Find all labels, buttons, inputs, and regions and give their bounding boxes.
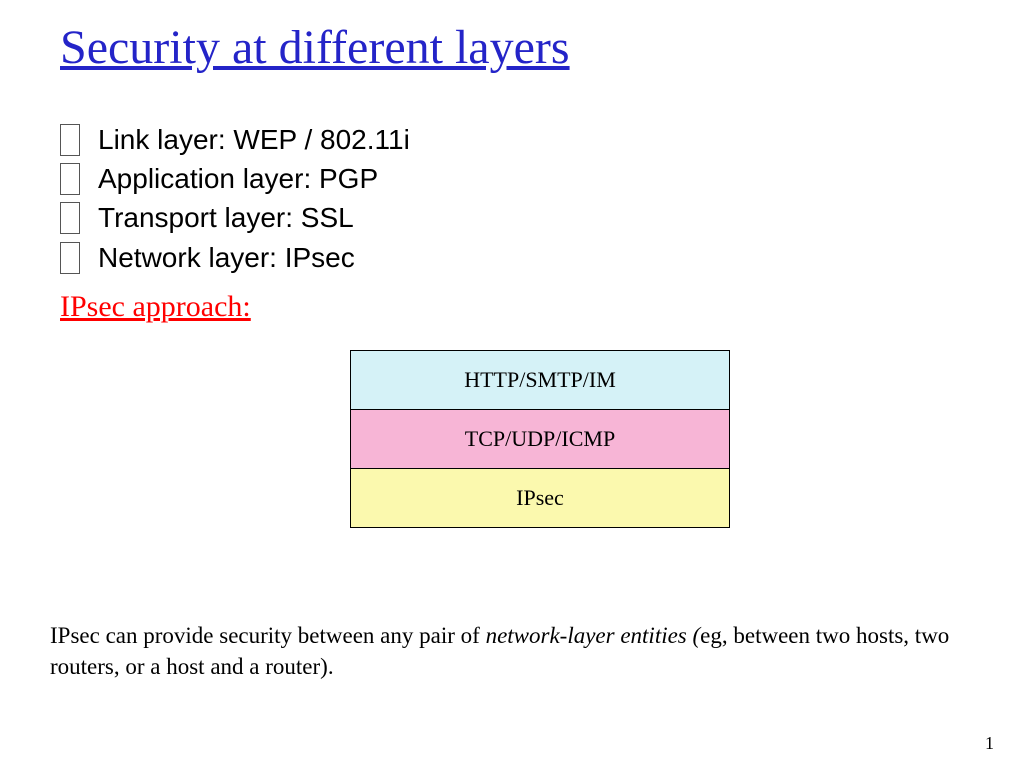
bullet-list: Link layer: WEP / 802.11i Application la…: [60, 120, 410, 277]
protocol-stack-diagram: HTTP/SMTP/IM TCP/UDP/ICMP IPsec: [350, 350, 730, 528]
bullet-glyph-icon: [60, 124, 80, 156]
bullet-glyph-icon: [60, 202, 80, 234]
footnote-text: IPsec can provide security between any p…: [50, 620, 974, 682]
bullet-item: Application layer: PGP: [60, 159, 410, 198]
stack-layer-network: IPsec: [351, 469, 729, 527]
bullet-item: Link layer: WEP / 802.11i: [60, 120, 410, 159]
bullet-item: Network layer: IPsec: [60, 238, 410, 277]
footnote-emphasis: network-layer entities (: [486, 623, 701, 648]
stack-layer-application: HTTP/SMTP/IM: [351, 351, 729, 410]
bullet-text: Link layer: WEP / 802.11i: [98, 120, 410, 159]
footnote-part: IPsec can provide security between any p…: [50, 623, 486, 648]
bullet-item: Transport layer: SSL: [60, 198, 410, 237]
ipsec-approach-heading: IPsec approach:: [60, 290, 251, 324]
slide: Security at different layers Link layer:…: [0, 0, 1024, 768]
bullet-glyph-icon: [60, 163, 80, 195]
bullet-text: Transport layer: SSL: [98, 198, 354, 237]
stack-layer-transport: TCP/UDP/ICMP: [351, 410, 729, 469]
page-number: 1: [985, 733, 994, 754]
bullet-text: Network layer: IPsec: [98, 238, 355, 277]
slide-title: Security at different layers: [60, 20, 570, 75]
bullet-text: Application layer: PGP: [98, 159, 378, 198]
bullet-glyph-icon: [60, 242, 80, 274]
